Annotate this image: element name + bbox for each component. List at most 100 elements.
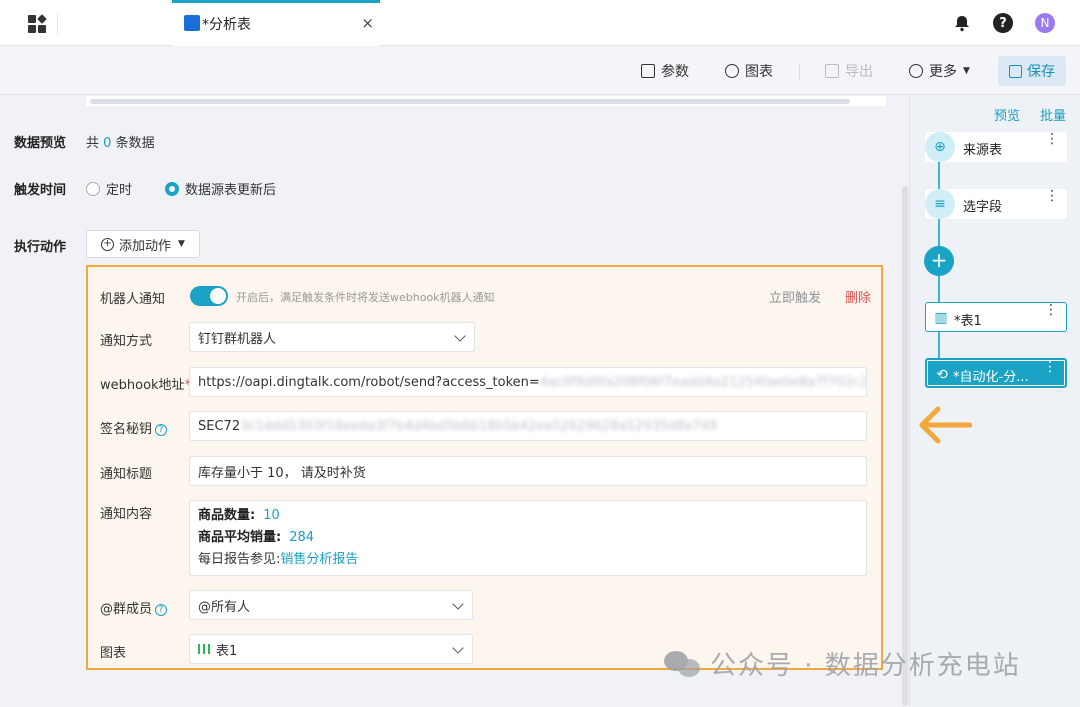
method-select[interactable]: 钉钉群机器人 [189,322,475,352]
method-value: 钉钉群机器人 [198,331,277,347]
webhook-value: https://oapi.dingtalk.com/robot/send?acc… [198,374,540,390]
secret-input[interactable]: SEC72 3c1ddd5303f18eeda3f7b4d4bd5b6b18b5b… [189,411,867,441]
mention-value: @所有人 [198,599,251,615]
content-line-avg: 商品平均销量: 284 [198,527,858,549]
subject-label: 通知标题 [100,467,153,482]
pipeline-node-source[interactable]: ⊕ 来源表 ⋮ [925,132,1067,162]
mention-label: @群成员? [100,598,168,617]
robot-title: 机器人通知 [100,292,166,307]
top-bar: *分析表 × ? N [0,0,1080,46]
content-editor[interactable]: 商品数量: 10 商品平均销量: 284 每日报告参见:销售分析报告 [189,500,867,576]
mention-select[interactable]: @所有人 [189,590,473,620]
help-circle-icon[interactable]: ? [155,424,168,436]
chevron-down-icon [454,330,466,342]
more-label: 更多 [929,64,957,80]
add-action-label: 添加动作 [119,238,172,254]
node-label: *自动化-分... [953,370,1029,385]
secret-value: SEC72 [198,418,241,434]
pipeline-node-table[interactable]: ▥ *表1 ⋮ [925,302,1067,332]
close-icon[interactable]: × [361,14,374,32]
vertical-scrollbar[interactable] [902,186,908,706]
trigger-now-link[interactable]: 立即触发 [769,287,821,306]
wechat-icon [664,649,702,679]
webhook-input[interactable]: https://oapi.dingtalk.com/robot/send?acc… [189,367,867,397]
avg-value: 284 [289,530,315,545]
batch-link[interactable]: 批量 [1040,105,1066,124]
secret-masked: 3c1ddd5303f18eeda3f7b4d4bd5b6b18b5b42ea5… [240,418,718,434]
preview-label: 数据预览 [14,136,67,151]
secret-label: 签名秘钥? [100,418,168,437]
avatar[interactable]: N [1035,13,1055,33]
save-label: 保存 [1027,64,1055,80]
vertical-ellipsis-icon[interactable]: ⋮ [1045,132,1059,146]
radio-label: 数据源表更新后 [185,183,277,198]
crosshair-icon: ⊕ [925,132,955,162]
trigger-label: 触发时间 [14,183,67,198]
horizontal-scrollbar[interactable] [86,96,886,106]
params-label: 参数 [661,64,689,80]
add-action-button[interactable]: + 添加动作 ▼ [86,230,200,258]
apps-grid-icon[interactable] [28,14,47,33]
content-area: 数据预览 共 0 条数据 触发时间 定时 数据源表更新后 执行动作 + 添加动作… [0,96,895,678]
node-label: *表1 [954,314,982,329]
qty-value: 10 [263,508,280,523]
qty-label: 商品数量: [198,508,256,523]
subject-input[interactable]: 库存量小于 10， 请及时补货 [189,456,867,486]
plus-circle-icon [725,64,739,78]
automation-icon: ⟲ [936,367,948,383]
webhook-label: webhook地址* [100,374,191,393]
preview-count: 共 0 条数据 [86,132,155,151]
count-number: 0 [103,136,112,151]
avg-label: 商品平均销量: [198,530,282,545]
radio-checked-icon [165,181,179,196]
preview-link[interactable]: 预览 [994,105,1020,124]
tab-analysis[interactable]: *分析表 × [172,0,380,46]
save-icon [1009,64,1022,78]
vertical-ellipsis-icon[interactable]: ⋮ [1045,189,1059,203]
count-suffix: 条数据 [115,136,155,151]
secret-label-text: 签名秘钥 [100,422,153,437]
content-label: 通知内容 [100,507,153,522]
help-icon[interactable]: ? [993,13,1013,33]
main-panel: 数据预览 共 0 条数据 触发时间 定时 数据源表更新后 执行动作 + 添加动作… [0,96,903,707]
save-button[interactable]: 保存 [998,56,1066,86]
plus-circle-icon: + [101,237,115,251]
bell-icon[interactable] [951,12,973,34]
chevron-down-icon [452,598,464,610]
report-prefix: 每日报告参见: [198,552,281,567]
vertical-ellipsis-icon[interactable]: ⋮ [1044,303,1058,317]
delete-link[interactable]: 删除 [845,287,871,306]
watermark: 公众号 · 数据分析充电站 [664,645,1021,682]
chart-select[interactable]: 表1 [189,634,473,664]
params-icon [641,64,655,78]
method-label: 通知方式 [100,334,153,349]
export-label: 导出 [845,64,873,80]
export-button[interactable]: 导出 [825,61,873,81]
radio-scheduled[interactable]: 定时 [86,179,132,198]
node-label: 来源表 [963,143,1003,158]
robot-hint: 开启后，满足触发条件时将发送webhook机器人通知 [236,291,495,304]
vertical-ellipsis-icon[interactable]: ⋮ [1043,360,1057,374]
more-button[interactable]: 更多 ▼ [909,61,970,81]
mention-label-text: @群成员 [100,602,153,617]
trend-icon [184,15,200,31]
count-prefix: 共 [86,136,100,151]
chart-value: 表1 [216,643,238,659]
bar-chart-icon [198,644,210,654]
pipeline-node-fields[interactable]: ≡ 选字段 ⋮ [925,189,1067,219]
robot-toggle[interactable] [190,286,228,306]
help-circle-icon[interactable]: ? [155,604,168,616]
report-link[interactable]: 销售分析报告 [280,552,358,567]
radio-on-update[interactable]: 数据源表更新后 [165,179,276,198]
subject-value: 库存量小于 10， 请及时补货 [198,465,366,481]
pipeline-node-automation[interactable]: ⟲ *自动化-分... ⋮ [925,358,1067,388]
chart-button[interactable]: 图表 [725,61,773,81]
robot-action-card: 机器人通知 开启后，满足触发条件时将发送webhook机器人通知 立即触发 删除… [86,265,883,670]
webhook-label-text: webhook地址 [100,378,185,393]
caret-down-icon: ▼ [178,239,185,249]
arrow-left-icon [919,406,972,444]
params-button[interactable]: 参数 [641,61,689,81]
pipeline-panel: 预览 批量 ⊕ 来源表 ⋮ ≡ 选字段 ⋮ + ▥ *表1 ⋮ ⟲ *自动化-分… [909,96,1080,707]
add-node-button[interactable]: + [924,246,954,276]
tab-label: *分析表 [202,17,251,33]
